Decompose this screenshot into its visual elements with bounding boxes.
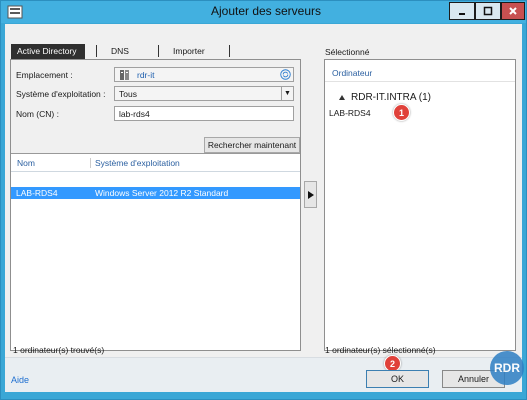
tab-separator [158, 45, 159, 57]
dialog-content: Active Directory DNS Importer Emplacemen… [5, 24, 524, 392]
maximize-icon [483, 6, 493, 16]
window-title: Ajouter des serveurs [210, 4, 322, 18]
server-manager-icon [7, 5, 23, 19]
directory-icon [120, 70, 129, 80]
found-status: 1 ordinateur(s) trouvé(s) [13, 345, 105, 355]
column-separator[interactable] [90, 158, 91, 168]
minimize-button[interactable] [449, 2, 475, 20]
os-select-value: Tous [119, 89, 137, 99]
table-row[interactable]: LAB-RDS4 Windows Server 2012 R2 Standard [11, 187, 300, 199]
tab-dns[interactable]: DNS [105, 44, 135, 59]
search-panel: Emplacement : rdr-it Système d'exploitat… [10, 59, 301, 351]
minimize-icon [459, 13, 465, 15]
column-header-computer[interactable]: Ordinateur [332, 68, 372, 78]
dialog-footer: Aide 2 OK Annuler [5, 355, 522, 392]
ok-button[interactable]: OK [366, 370, 429, 388]
row-name: LAB-RDS4 [16, 188, 58, 198]
filter-area: Emplacement : rdr-it Système d'exploitat… [11, 60, 300, 154]
title-bar[interactable]: Ajouter des serveurs [1, 1, 526, 23]
header-divider [11, 171, 300, 172]
name-input[interactable]: lab-rds4 [114, 106, 294, 121]
results-header: Nom Système d'exploitation [11, 156, 300, 171]
selected-panel: Ordinateur RDR-IT.INTRA (1) LAB-RDS4 1 [324, 59, 516, 351]
add-to-selection-button[interactable] [304, 181, 317, 208]
arrow-right-icon [307, 190, 314, 199]
os-select[interactable]: Tous ▼ [114, 86, 294, 101]
rdr-logo: RDR [490, 351, 524, 385]
name-input-value: lab-rds4 [119, 109, 150, 119]
close-icon [509, 7, 517, 15]
selected-status: 1 ordinateur(s) sélectionné(s) [325, 345, 436, 355]
tab-separator [96, 45, 97, 57]
column-header-name[interactable]: Nom [17, 158, 35, 168]
location-field[interactable]: rdr-it [114, 67, 294, 82]
location-label: Emplacement : [16, 70, 73, 80]
tab-active-directory[interactable]: Active Directory [11, 44, 85, 59]
selected-title: Sélectionné [325, 47, 370, 57]
tab-separator [229, 45, 230, 57]
chevron-down-icon[interactable]: ▼ [281, 87, 293, 100]
header-divider [325, 81, 515, 82]
os-label: Système d'exploitation : [16, 89, 106, 99]
close-button[interactable] [501, 2, 525, 20]
name-label: Nom (CN) : [16, 109, 59, 119]
maximize-button[interactable] [475, 2, 501, 20]
annotation-badge-1: 1 [393, 104, 410, 121]
column-header-os[interactable]: Système d'exploitation [95, 158, 180, 168]
search-now-button[interactable]: Rechercher maintenant [204, 137, 300, 153]
domain-group-label: RDR-IT.INTRA (1) [351, 92, 431, 103]
help-link[interactable]: Aide [11, 375, 29, 385]
refresh-icon[interactable] [280, 69, 291, 80]
list-item[interactable]: LAB-RDS4 [329, 108, 371, 118]
row-os: Windows Server 2012 R2 Standard [95, 188, 229, 198]
location-value: rdr-it [137, 70, 155, 80]
collapse-triangle-icon[interactable] [339, 95, 345, 100]
tab-importer[interactable]: Importer [167, 44, 211, 59]
dialog-window: Ajouter des serveurs Active Directory DN… [0, 0, 527, 400]
